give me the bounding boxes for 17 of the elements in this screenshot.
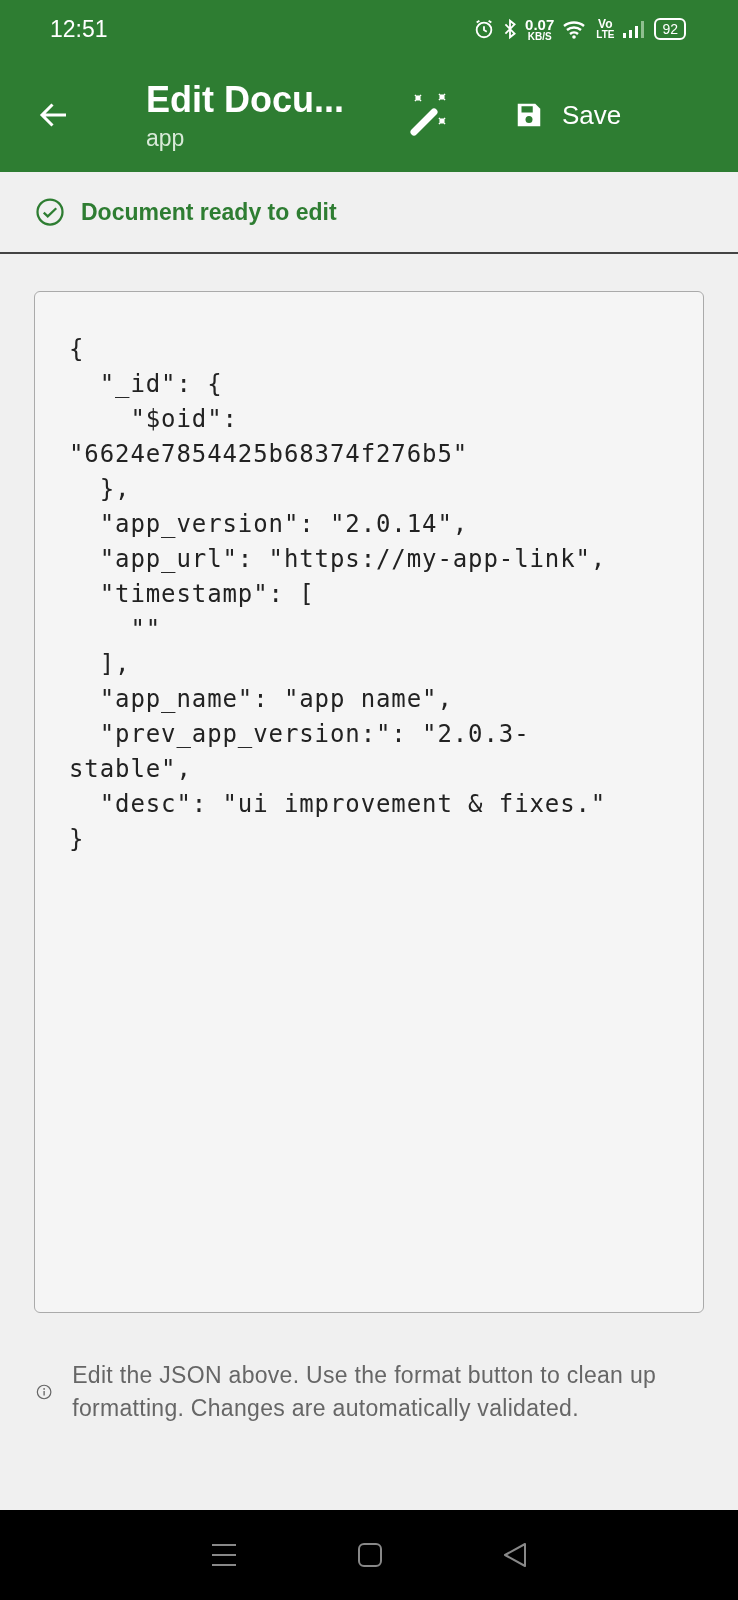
volte-label: Vo [598,18,613,30]
signal-icon [622,19,647,39]
home-square-icon[interactable] [357,1542,383,1568]
page-title: Edit Docu... [146,78,345,121]
lte-label: LTE [596,30,615,40]
json-editor[interactable]: { "_id": { "$oid": "6624e7854425b68374f276b5" }, "app_version": "2.0.14", "app_url": "https://my-app-link", "timestamp": [ "" ], "app_name": "app name", "prev_app_version:": "2.0.3- stable", "desc": "ui improvement & fixes." } [34,291,704,1313]
page-subtitle: app [146,124,186,152]
status-message: Document ready to edit [81,198,337,226]
menu-icon[interactable] [209,1542,238,1568]
help-text: Edit the JSON above. Use the format button to clean up formatting. Changes are automatically validated. [72,1361,658,1423]
clock-time: 12:51 [50,15,108,43]
network-speed: 0.07 [525,16,555,32]
network-unit: KB/S [527,31,552,42]
bluetooth-icon [503,18,518,40]
back-triangle-icon[interactable] [502,1542,529,1568]
save-button[interactable]: Save [506,91,630,139]
battery-indicator: 92 [654,18,686,40]
